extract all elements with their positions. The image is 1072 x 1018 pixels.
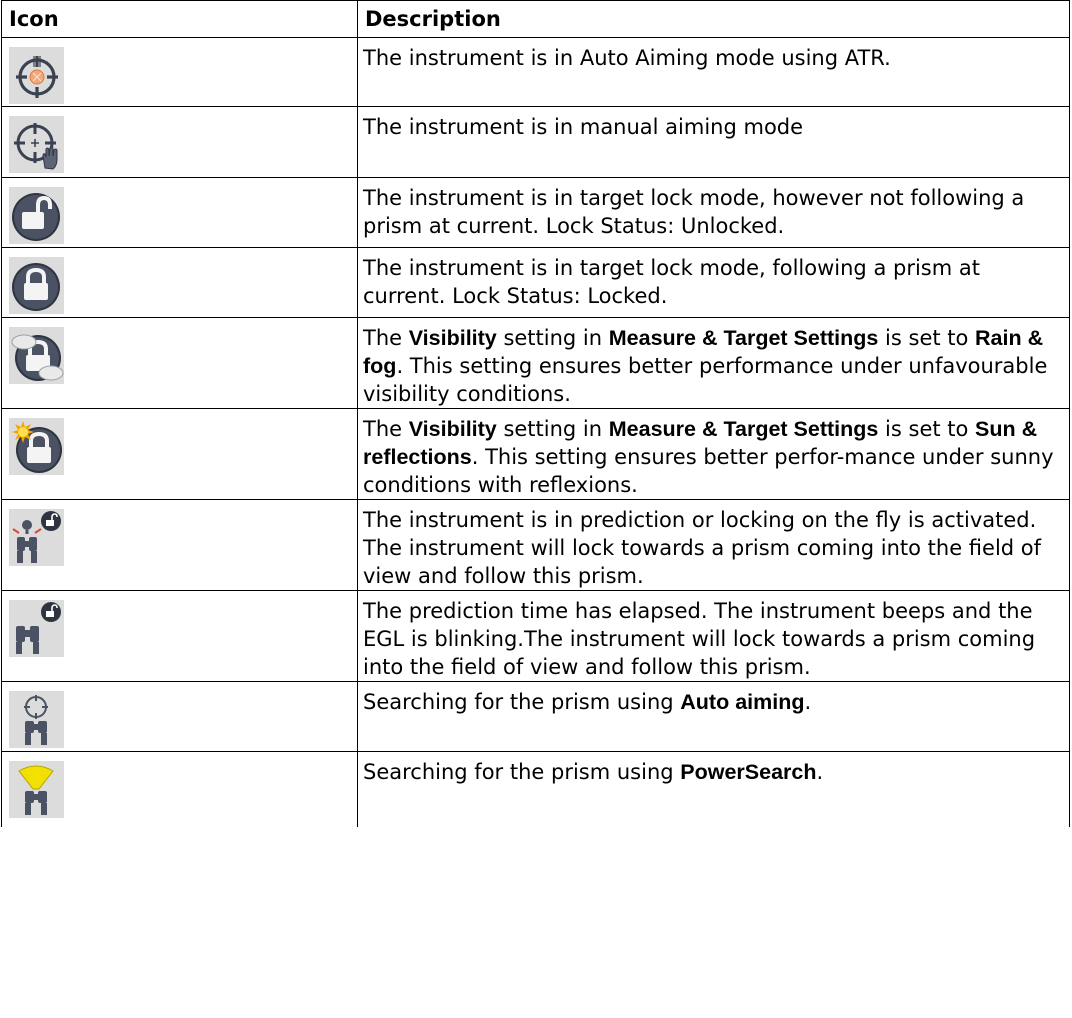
description-text: Searching for the prism using: [363, 760, 681, 784]
description-text: setting in: [496, 326, 609, 350]
padlock-locked-icon: [9, 257, 64, 314]
description-cell: The instrument is in target lock mode, h…: [357, 177, 1070, 248]
description-cell: The instrument is in manual aiming mode: [357, 106, 1070, 178]
description-bold-term: Auto aiming: [680, 690, 805, 714]
description-cell: Searching for the prism using Auto aimin…: [357, 681, 1070, 752]
description-text: The prediction time has elapsed. The ins…: [363, 599, 1036, 679]
table-row: The instrument is in target lock mode, f…: [1, 247, 1070, 318]
prediction-lock-on-fly-icon: [9, 509, 64, 566]
header-description: Description: [357, 0, 1070, 38]
table-row: The prediction time has elapsed. The ins…: [1, 590, 1070, 682]
icon-cell: [1, 37, 358, 107]
description-text: The instrument is in Auto Aiming mode us…: [363, 46, 891, 70]
table-row: The Visibility setting in Measure & Targ…: [1, 317, 1070, 409]
crosshair-atr-icon: [9, 47, 64, 104]
description-cell: The instrument is in Auto Aiming mode us…: [357, 37, 1070, 107]
table-row: The instrument is in target lock mode, h…: [1, 177, 1070, 248]
description-cell: The Visibility setting in Measure & Targ…: [357, 408, 1070, 500]
description-text: Searching for the prism using: [363, 690, 681, 714]
icon-cell: [1, 408, 358, 500]
table-row: The instrument is in manual aiming mode: [1, 106, 1070, 178]
icon-cell: [1, 106, 358, 178]
table-row: Searching for the prism using PowerSearc…: [1, 751, 1070, 827]
description-text: The instrument is in target lock mode, h…: [363, 186, 1025, 238]
description-text: setting in: [496, 417, 609, 441]
table-row: The instrument is in prediction or locki…: [1, 499, 1070, 591]
icon-cell: [1, 177, 358, 248]
crosshair-manual-hand-icon: [9, 116, 64, 173]
description-text: The: [363, 326, 409, 350]
description-text: .: [804, 690, 812, 714]
description-bold-term: Measure & Target Settings: [608, 326, 879, 350]
description-text: is set to: [878, 326, 976, 350]
table-header-row: Icon Description: [1, 0, 1070, 38]
prediction-elapsed-icon: [9, 600, 64, 657]
padlock-unlocked-icon: [9, 187, 64, 244]
table-row: Searching for the prism using Auto aimin…: [1, 681, 1070, 752]
padlock-sun-reflections-icon: [9, 418, 64, 475]
icon-cell: [1, 499, 358, 591]
header-icon: Icon: [1, 0, 358, 38]
description-cell: The instrument is in prediction or locki…: [357, 499, 1070, 591]
description-text: The: [363, 417, 409, 441]
description-bold-term: PowerSearch: [680, 760, 817, 784]
description-cell: Searching for the prism using PowerSearc…: [357, 751, 1070, 827]
powersearch-icon: [9, 761, 64, 818]
description-bold-term: Visibility: [408, 417, 497, 441]
icon-description-table: Icon Description The instrument is in Au…: [1, 0, 1070, 827]
description-text: .: [816, 760, 824, 784]
table-row: The Visibility setting in Measure & Targ…: [1, 408, 1070, 500]
description-text: . This setting ensures better performanc…: [363, 354, 1048, 406]
description-cell: The Visibility setting in Measure & Targ…: [357, 317, 1070, 409]
description-bold-term: Measure & Target Settings: [608, 417, 879, 441]
description-bold-term: Visibility: [408, 326, 497, 350]
icon-cell: [1, 751, 358, 827]
description-text: The instrument is in manual aiming mode: [363, 115, 804, 139]
icon-cell: [1, 681, 358, 752]
description-text: is set to: [878, 417, 976, 441]
table-row: The instrument is in Auto Aiming mode us…: [1, 37, 1070, 107]
icon-cell: [1, 590, 358, 682]
description-cell: The prediction time has elapsed. The ins…: [357, 590, 1070, 682]
icon-cell: [1, 247, 358, 318]
search-auto-aiming-icon: [9, 691, 64, 748]
description-cell: The instrument is in target lock mode, f…: [357, 247, 1070, 318]
icon-cell: [1, 317, 358, 409]
description-text: The instrument is in prediction or locki…: [363, 508, 1042, 588]
description-text: The instrument is in target lock mode, f…: [363, 256, 980, 308]
padlock-rain-fog-icon: [9, 327, 64, 384]
